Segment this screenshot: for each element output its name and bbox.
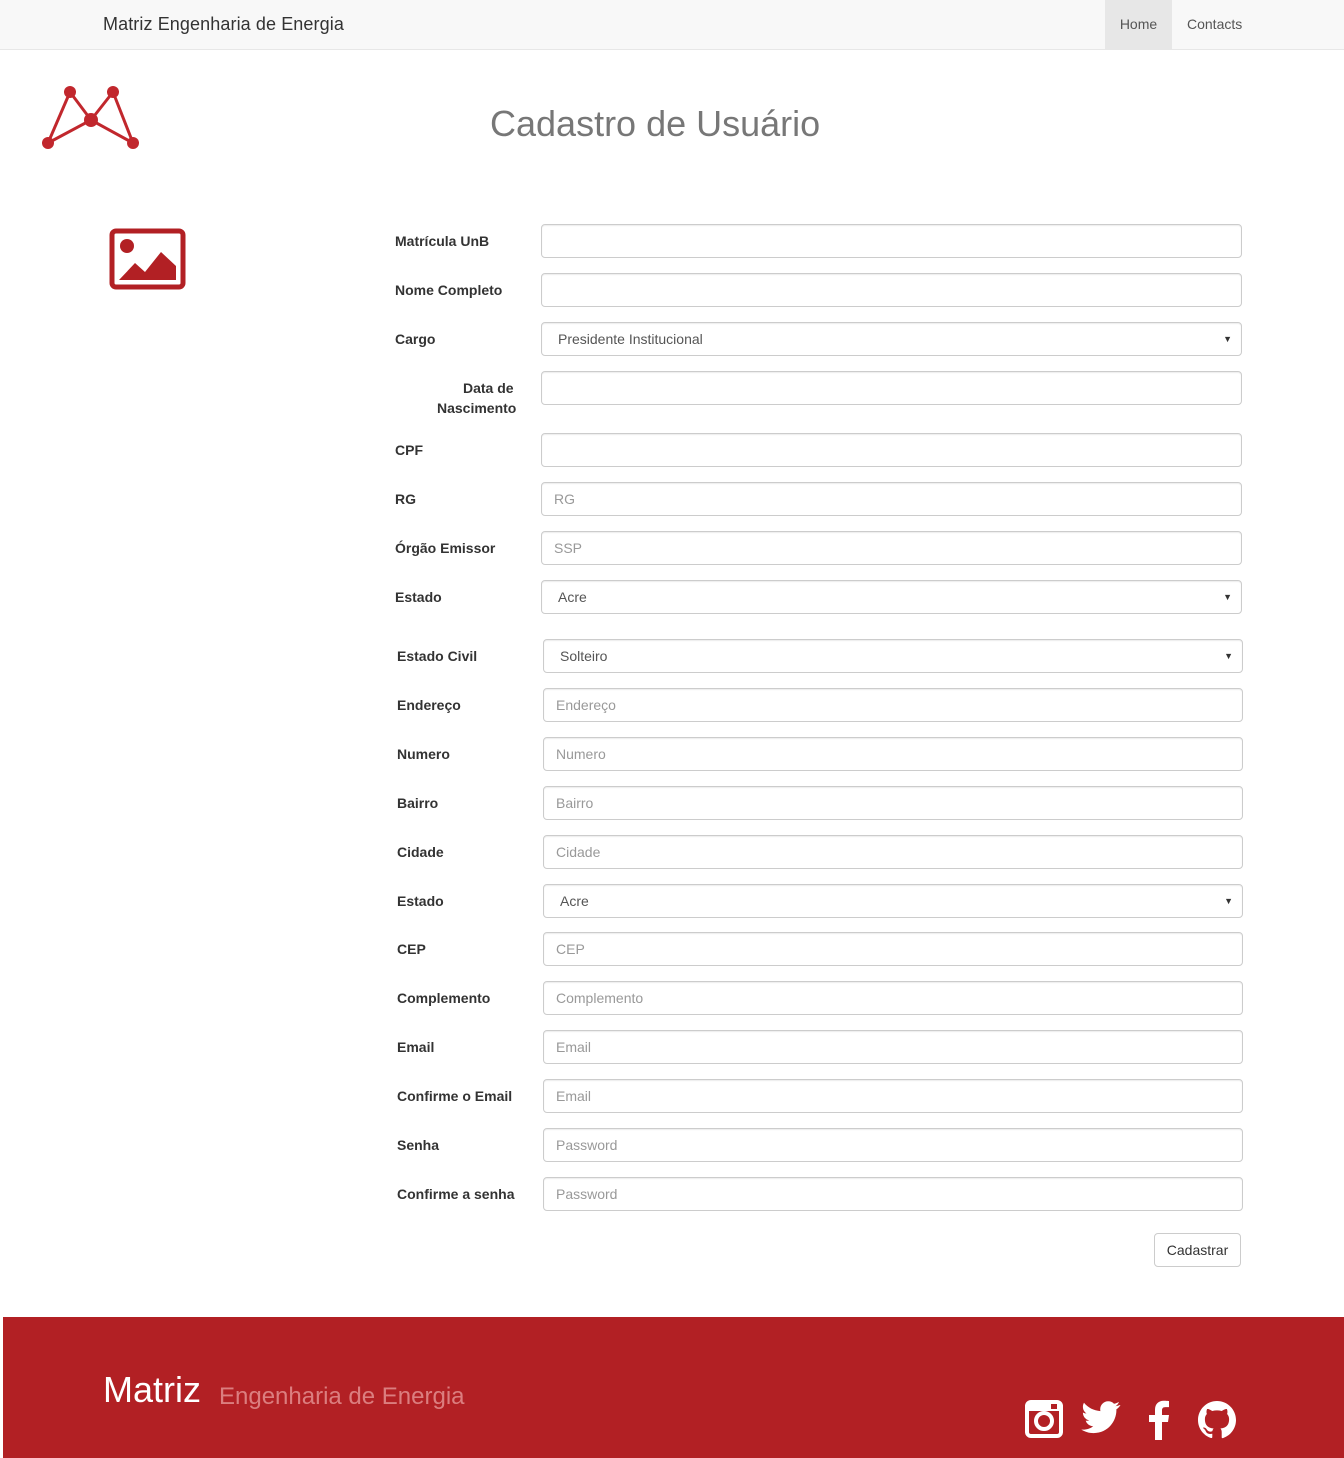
bairro-input[interactable]	[543, 786, 1243, 820]
cidade-input[interactable]	[543, 835, 1243, 869]
numero-label: Numero	[397, 746, 450, 762]
github-icon[interactable]	[1197, 1400, 1237, 1440]
estado-select[interactable]: Acre ▼	[543, 884, 1243, 918]
chevron-down-icon: ▼	[1223, 334, 1232, 344]
rg-input[interactable]	[541, 482, 1242, 516]
nome-input[interactable]	[541, 273, 1242, 307]
navbar-brand[interactable]: Matriz Engenharia de Energia	[103, 14, 344, 35]
estado-label: Estado	[397, 893, 444, 909]
complemento-input[interactable]	[543, 981, 1243, 1015]
endereco-input[interactable]	[543, 688, 1243, 722]
cidade-label: Cidade	[397, 844, 444, 860]
senha-confirm-input[interactable]	[543, 1177, 1243, 1211]
estado-emissor-label: Estado	[395, 589, 442, 605]
email-label: Email	[397, 1039, 435, 1055]
estado-civil-select[interactable]: Solteiro ▼	[543, 639, 1243, 673]
senha-input[interactable]	[543, 1128, 1243, 1162]
estado-emissor-selected-value: Acre	[558, 589, 587, 605]
email-confirm-input[interactable]	[543, 1079, 1243, 1113]
chevron-down-icon: ▼	[1224, 896, 1233, 906]
matricula-input[interactable]	[541, 224, 1242, 258]
cargo-select[interactable]: Presidente Institucional ▼	[541, 322, 1242, 356]
rg-label: RG	[395, 491, 416, 507]
cpf-input[interactable]	[541, 433, 1242, 467]
image-placeholder-icon[interactable]	[109, 228, 186, 290]
email-input[interactable]	[543, 1030, 1243, 1064]
footer-tagline: Engenharia de Energia	[219, 1383, 465, 1410]
senha-label: Senha	[397, 1137, 440, 1153]
email-confirm-label: Confirme o Email	[397, 1088, 513, 1104]
nascimento-label-line2: Nascimento	[437, 400, 517, 416]
senha-confirm-label: Confirme a senha	[397, 1186, 515, 1202]
nascimento-input[interactable]	[541, 371, 1242, 405]
cep-input[interactable]	[543, 932, 1243, 966]
estado-civil-label: Estado Civil	[397, 648, 478, 664]
top-navbar: Matriz Engenharia de Energia Home Contac…	[0, 0, 1344, 50]
numero-input[interactable]	[543, 737, 1243, 771]
orgao-input[interactable]	[541, 531, 1242, 565]
complemento-label: Complemento	[397, 990, 491, 1006]
facebook-icon[interactable]	[1145, 1400, 1171, 1440]
footer: Matriz Engenharia de Energia	[3, 1317, 1344, 1458]
cadastrar-button[interactable]: Cadastrar	[1154, 1233, 1241, 1267]
matricula-label: Matrícula UnB	[395, 233, 490, 249]
page-title: Cadastro de Usuário	[490, 103, 821, 144]
nascimento-label-line1: Data de	[463, 380, 514, 396]
matriz-logo-icon	[42, 86, 139, 149]
nome-label: Nome Completo	[395, 282, 503, 298]
footer-brand: Matriz	[103, 1369, 201, 1410]
chevron-down-icon: ▼	[1224, 651, 1233, 661]
nav-home-link[interactable]: Home	[1105, 0, 1172, 49]
instagram-icon[interactable]	[1025, 1400, 1063, 1438]
bairro-label: Bairro	[397, 795, 439, 811]
cargo-label: Cargo	[395, 331, 436, 347]
cargo-selected-value: Presidente Institucional	[558, 331, 703, 347]
estado-selected-value: Acre	[560, 893, 589, 909]
estado-emissor-select[interactable]: Acre ▼	[541, 580, 1242, 614]
nav-contacts-link[interactable]: Contacts	[1172, 0, 1257, 49]
cep-label: CEP	[397, 941, 426, 957]
chevron-down-icon: ▼	[1223, 592, 1232, 602]
twitter-icon[interactable]	[1081, 1400, 1121, 1436]
estado-civil-selected-value: Solteiro	[560, 648, 608, 664]
endereco-label: Endereço	[397, 697, 461, 713]
cpf-label: CPF	[395, 442, 423, 458]
orgao-label: Órgão Emissor	[395, 540, 496, 556]
